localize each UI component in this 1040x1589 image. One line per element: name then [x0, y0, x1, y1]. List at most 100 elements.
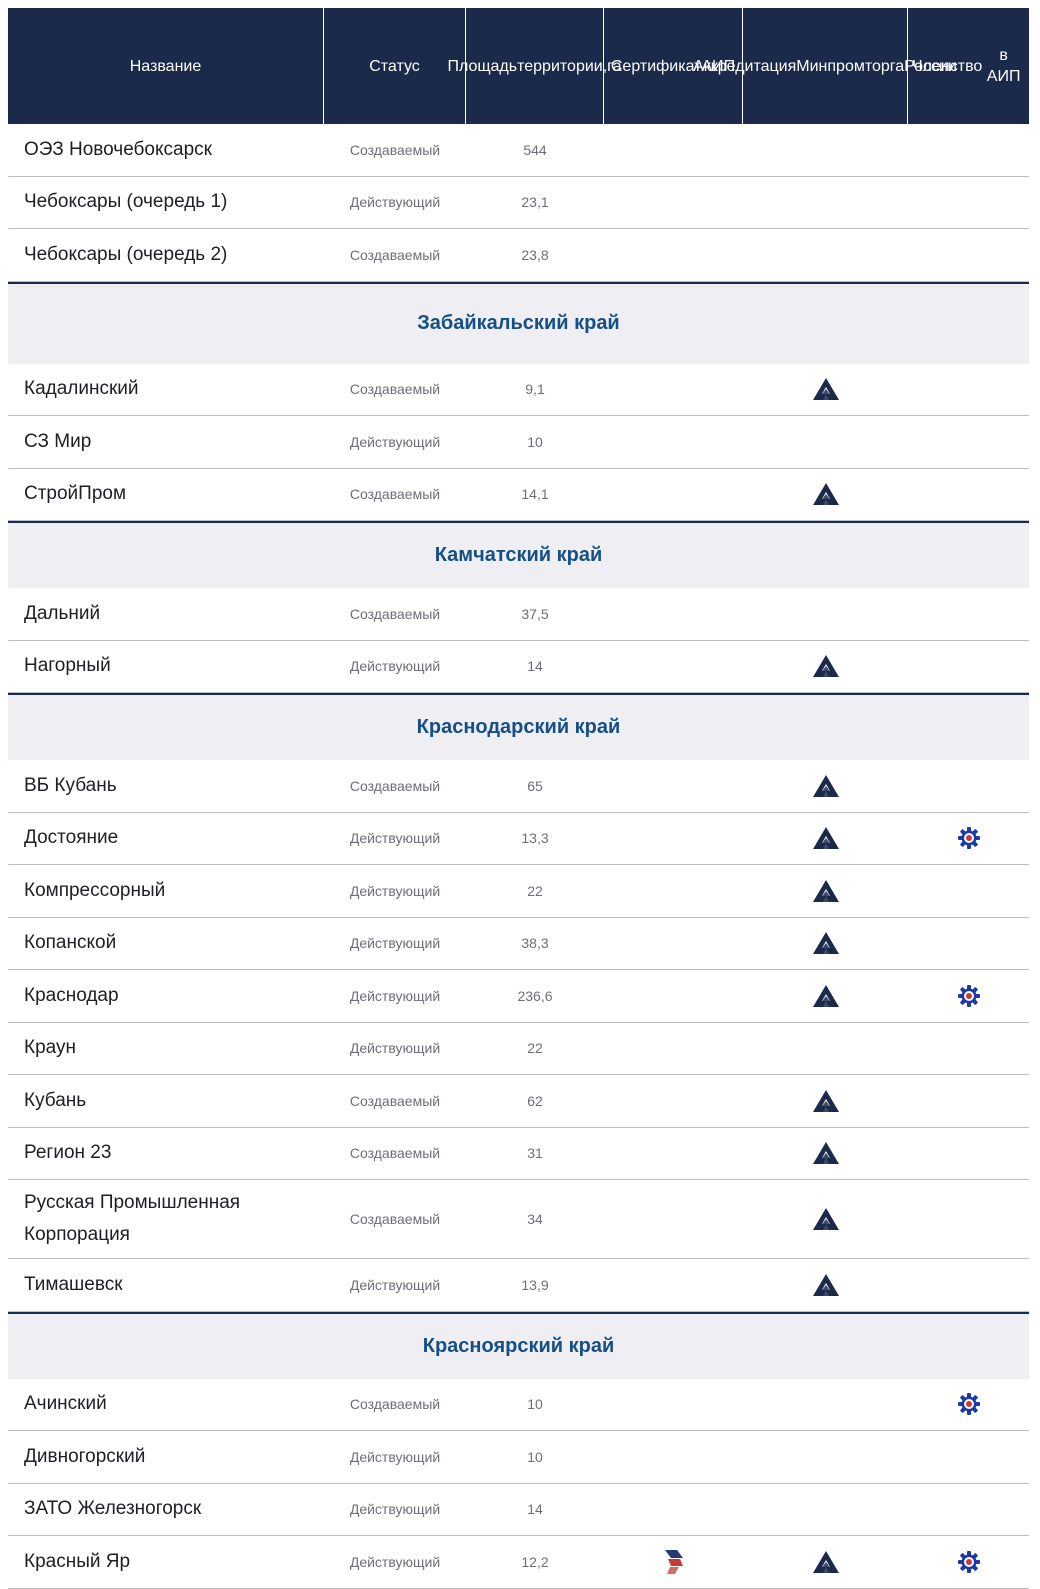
certificate-cell [604, 1431, 743, 1483]
park-area: 34 [527, 1211, 543, 1227]
minpromtorg-accreditation-icon [812, 1089, 839, 1112]
certificate-cell [604, 918, 743, 970]
status-cell: Действующий [324, 641, 466, 693]
area-cell: 22 [466, 865, 604, 917]
accreditation-cell [743, 1259, 908, 1311]
park-name: Компрессорный [24, 879, 166, 901]
table-row: ЗАТО Железногорск Действующий 14 [8, 1484, 1029, 1536]
park-name: СтройПром [24, 483, 127, 505]
park-status: Создаваемый [349, 381, 441, 398]
membership-cell [908, 364, 1029, 416]
aip-membership-gear-icon [957, 827, 980, 850]
park-area: 37,5 [521, 605, 549, 622]
header-text-line: Аккредитация [693, 57, 797, 75]
area-cell: 14 [466, 641, 604, 693]
table-row: СтройПром Создаваемый 14,1 [8, 469, 1029, 521]
accreditation-cell [743, 641, 908, 693]
aip-membership-gear-icon [957, 1550, 980, 1573]
table-row: Чебоксары (очередь 2) Создаваемый 23,8 [8, 229, 1029, 282]
area-cell: 9,1 [466, 364, 604, 416]
membership-cell [908, 1431, 1029, 1483]
accreditation-cell [743, 1536, 908, 1588]
park-area: 14,1 [521, 486, 549, 503]
status-cell: Действующий [324, 1484, 466, 1536]
status-cell: Создаваемый [324, 1379, 466, 1431]
table-row: Кадалинский Создаваемый 9,1 [8, 364, 1029, 416]
status-cell: Действующий [324, 416, 466, 468]
park-name: Регион 23 [24, 1142, 112, 1164]
accreditation-cell [743, 124, 908, 176]
park-name: Красный Яр [24, 1550, 131, 1572]
park-name: Русская Промышленная Корпорация [24, 1192, 241, 1245]
park-status: Действующий [349, 658, 441, 675]
aip-certificate-icon [664, 1549, 683, 1574]
park-name-cell: СтройПром [8, 469, 324, 521]
park-name: Достояние [24, 827, 119, 849]
area-cell: 31 [466, 1128, 604, 1180]
header-text-line: Название [129, 57, 202, 75]
membership-cell [908, 1536, 1029, 1588]
certificate-cell [604, 1180, 743, 1258]
accreditation-cell [743, 1128, 908, 1180]
status-cell: Действующий [324, 1536, 466, 1588]
park-area: 10 [527, 1396, 543, 1413]
minpromtorg-accreditation-icon [812, 1273, 839, 1296]
membership-cell [908, 416, 1029, 468]
table-row: Краснодар Действующий 236,6 [8, 970, 1029, 1023]
status-cell: Создаваемый [324, 588, 466, 640]
header-text-line: территории, [517, 57, 608, 75]
status-cell: Создаваемый [324, 1180, 466, 1258]
area-cell: 12,2 [466, 1536, 604, 1588]
area-cell: 37,5 [466, 588, 604, 640]
status-cell: Действующий [324, 918, 466, 970]
header-status: Статус [324, 8, 466, 124]
membership-cell [908, 970, 1029, 1022]
park-area: 22 [527, 1040, 543, 1057]
region-heading: Красноярский край [8, 1311, 1029, 1379]
park-name-cell: ЗАТО Железногорск [8, 1484, 324, 1536]
certificate-cell [604, 124, 743, 176]
status-cell: Действующий [324, 1023, 466, 1075]
park-area: 62 [527, 1092, 543, 1109]
status-cell: Действующий [324, 177, 466, 229]
aip-membership-gear-icon [957, 1393, 980, 1416]
certificate-cell [604, 1379, 743, 1431]
membership-cell [908, 588, 1029, 640]
certificate-cell [604, 1484, 743, 1536]
area-cell: 62 [466, 1075, 604, 1127]
certificate-cell [604, 641, 743, 693]
membership-cell [908, 177, 1029, 229]
park-area: 10 [527, 1448, 543, 1465]
park-status: Создаваемый [349, 486, 441, 503]
certificate-cell [604, 760, 743, 812]
certificate-cell [604, 1259, 743, 1311]
park-name: Тимашевск [24, 1273, 123, 1295]
membership-cell [908, 1075, 1029, 1127]
park-name: Нагорный [24, 655, 111, 677]
minpromtorg-accreditation-icon [812, 932, 839, 955]
table-row: Красный Яр Действующий 12,2 [8, 1536, 1029, 1589]
area-cell: 38,3 [466, 918, 604, 970]
park-area: 22 [527, 882, 543, 899]
region-name: Красноярский край [422, 1334, 615, 1357]
park-name: Кадалинский [24, 378, 139, 400]
minpromtorg-accreditation-icon [812, 1142, 839, 1165]
park-area: 23,1 [521, 194, 549, 211]
park-name: Кубань [24, 1089, 87, 1111]
park-name-cell: Тимашевск [8, 1259, 324, 1311]
status-cell: Создаваемый [324, 760, 466, 812]
park-area: 236,6 [517, 987, 553, 1004]
park-status: Создаваемый [349, 777, 441, 794]
table-row: ВБ Кубань Создаваемый 65 [8, 760, 1029, 813]
certificate-cell [604, 588, 743, 640]
park-name-cell: Дальний [8, 588, 324, 640]
park-status: Действующий [349, 194, 441, 211]
status-cell: Создаваемый [324, 1075, 466, 1127]
table-row: Достояние Действующий 13,3 [8, 813, 1029, 865]
header-text-line: Статус [369, 57, 420, 75]
minpromtorg-accreditation-icon [812, 774, 839, 797]
accreditation-cell [743, 364, 908, 416]
park-status: Создаваемый [349, 1145, 441, 1162]
park-area: 65 [527, 777, 543, 794]
area-cell: 22 [466, 1023, 604, 1075]
